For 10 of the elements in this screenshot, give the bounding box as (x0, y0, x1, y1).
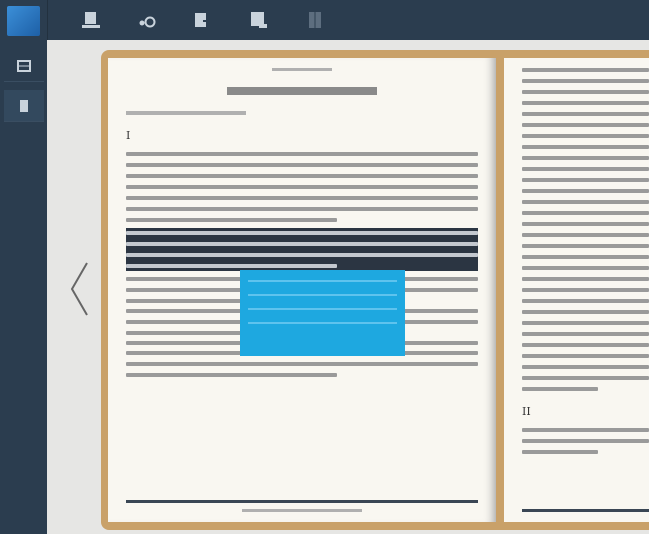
app-logo-icon (7, 6, 40, 36)
chapter-number: I (126, 129, 132, 142)
document-tray-icon (250, 11, 268, 29)
chapter-number: II (522, 405, 532, 418)
bookmark-icon (18, 98, 28, 112)
book-stack-icon (81, 11, 101, 29)
grid-icon (16, 60, 30, 72)
header-text-drawing (272, 68, 332, 71)
sidebar-button[interactable] (4, 90, 44, 122)
columns-icon (308, 11, 322, 29)
